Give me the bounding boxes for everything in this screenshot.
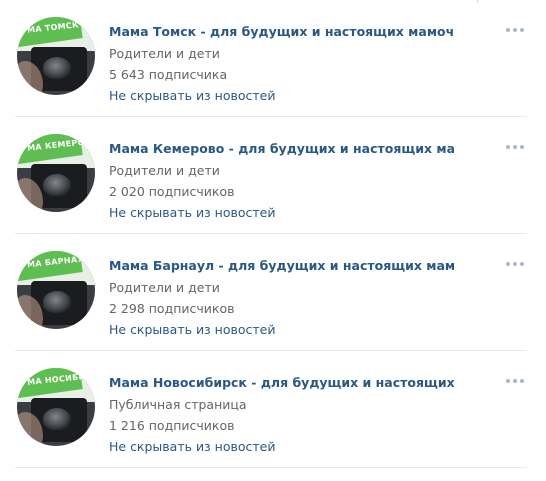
community-list: МА ТОМСК Мама Томск - для будущих и наст… — [15, 0, 527, 468]
subscriber-count: 5 643 подписчика — [109, 67, 228, 82]
more-dots-icon[interactable] — [506, 26, 526, 34]
unhide-from-news-link[interactable]: Не скрывать из новостей — [109, 88, 276, 103]
avatar[interactable]: МА БАРНАУЛ — [17, 251, 95, 329]
community-title[interactable]: Мама Барнаул - для будущих и настоящих м… — [109, 258, 454, 273]
more-dots-icon[interactable] — [506, 377, 526, 385]
more-dots-icon[interactable] — [506, 260, 526, 268]
avatar[interactable]: МА НОСИБИРСК — [17, 368, 95, 446]
community-title[interactable]: Мама Новосибирск - для будущих и настоящ… — [109, 375, 454, 390]
unhide-from-news-link[interactable]: Не скрывать из новостей — [109, 439, 276, 454]
unhide-from-news-link[interactable]: Не скрывать из новостей — [109, 205, 276, 220]
community-title[interactable]: Мама Кемерово - для будущих и настоящих … — [109, 141, 454, 156]
community-category: Родители и дети — [109, 163, 220, 178]
community-category: Родители и дети — [109, 46, 220, 61]
list-item: МА КЕМЕРОВО Мама Кемерово - для будущих … — [15, 117, 527, 234]
more-dots-icon[interactable] — [506, 143, 526, 151]
subscriber-count: 2 020 подписчиков — [109, 184, 235, 199]
list-item: МА БАРНАУЛ Мама Барнаул - для будущих и … — [15, 234, 527, 351]
avatar[interactable]: МА ТОМСК — [17, 17, 95, 95]
communities-page: МА ТОМСК Мама Томск - для будущих и наст… — [0, 0, 546, 481]
subscriber-count: 1 216 подписчиков — [109, 418, 235, 433]
community-title[interactable]: Мама Томск - для будущих и настоящих мам… — [109, 24, 454, 39]
list-item: МА НОСИБИРСК Мама Новосибирск - для буду… — [15, 351, 527, 468]
list-item: МА ТОМСК Мама Томск - для будущих и наст… — [15, 0, 527, 117]
avatar[interactable]: МА КЕМЕРОВО — [17, 134, 95, 212]
community-category: Родители и дети — [109, 280, 220, 295]
subscriber-count: 2 298 подписчиков — [109, 301, 235, 316]
unhide-from-news-link[interactable]: Не скрывать из новостей — [109, 322, 276, 337]
community-category: Публичная страница — [109, 397, 247, 412]
